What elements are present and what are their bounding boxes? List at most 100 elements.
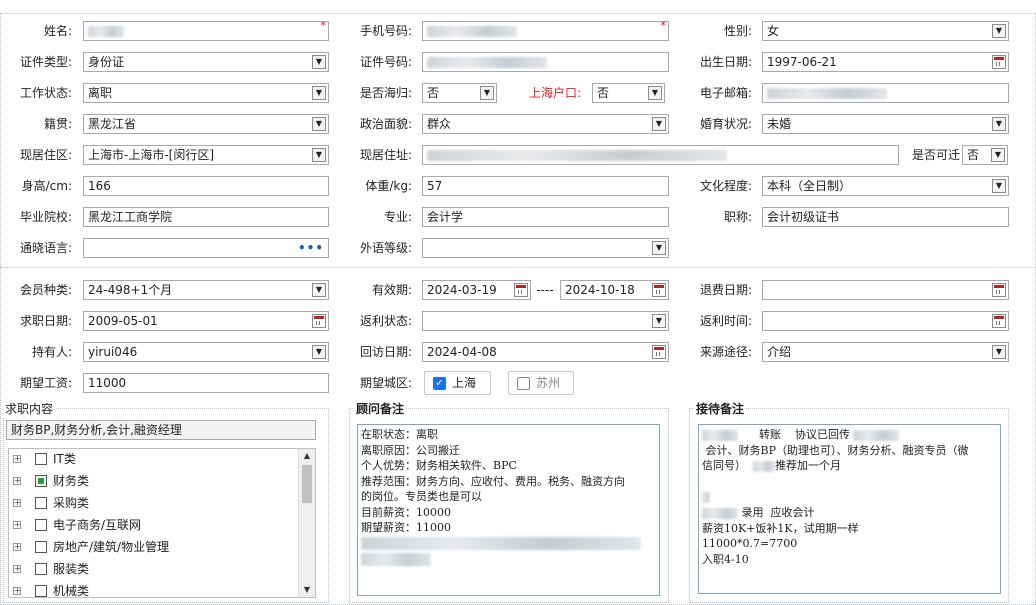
checkbox-checked-icon[interactable]: ✓	[433, 377, 446, 390]
note-line: 录用 应收会计	[702, 505, 997, 521]
native-select[interactable]: 黑龙江省 ▼	[83, 114, 329, 134]
chevron-down-icon[interactable]: ▼	[648, 86, 662, 100]
member-type-select[interactable]: 24-498+1个月 ▼	[83, 280, 329, 300]
calendar-icon[interactable]	[514, 283, 528, 297]
ellipsis-icon[interactable]: •••	[298, 239, 324, 257]
scroll-up-icon[interactable]: ▲	[299, 449, 315, 463]
chevron-down-icon[interactable]: ▼	[992, 24, 1006, 38]
residence-addr-field[interactable]	[422, 145, 899, 165]
reception-notes-textarea[interactable]: 转账 协议已回传 会计、财务BP（助理也可）、财务分析、融资专员（微 信同号） 推…	[698, 424, 1001, 594]
major-field[interactable]: 会计学	[422, 207, 669, 227]
expand-icon[interactable]: +	[13, 587, 21, 595]
chevron-down-icon[interactable]: ▼	[312, 55, 326, 69]
valid-to-field[interactable]: 2024-10-18	[560, 280, 669, 300]
chevron-down-icon[interactable]: ▼	[992, 345, 1006, 359]
weight-field[interactable]: 57	[422, 176, 669, 196]
birth-date-field[interactable]: 1997-06-21	[762, 52, 1009, 72]
id-no-field[interactable]	[422, 52, 669, 72]
email-field[interactable]	[762, 83, 1009, 103]
calendar-icon[interactable]	[992, 283, 1006, 297]
job-date-field[interactable]: 2009-05-01	[83, 311, 329, 331]
city-option-shanghai[interactable]: ✓ 上海	[424, 371, 491, 395]
note-line: 转账 协议已回传	[702, 427, 997, 443]
calendar-icon[interactable]	[312, 314, 326, 328]
education-select[interactable]: 本科（全日制） ▼	[762, 176, 1009, 196]
rebate-status-select[interactable]: ▼	[422, 311, 669, 331]
checkbox-icon[interactable]	[35, 541, 47, 553]
chevron-down-icon[interactable]: ▼	[652, 241, 666, 255]
calendar-icon[interactable]	[652, 345, 666, 359]
expand-icon[interactable]: +	[13, 543, 21, 551]
relocate-select[interactable]: 否 ▼	[962, 145, 1008, 165]
expand-icon[interactable]: +	[13, 521, 21, 529]
weight-value: 57	[427, 179, 443, 193]
marital-select[interactable]: 未婚 ▼	[762, 114, 1009, 134]
rebate-time-field[interactable]	[762, 311, 1009, 331]
chevron-down-icon[interactable]: ▼	[312, 117, 326, 131]
note-line: 的岗位。专员类也是可以	[361, 490, 482, 503]
checkbox-icon[interactable]	[35, 519, 47, 531]
chevron-down-icon[interactable]: ▼	[652, 117, 666, 131]
checkbox-icon[interactable]	[35, 563, 47, 575]
language-field[interactable]: •••	[83, 238, 329, 258]
source-select[interactable]: 介绍 ▼	[762, 342, 1009, 362]
gender-select[interactable]: 女 ▼	[762, 21, 1009, 41]
expand-icon[interactable]: +	[13, 499, 21, 507]
chevron-down-icon[interactable]: ▼	[312, 283, 326, 297]
checkbox-icon[interactable]	[35, 585, 47, 597]
school-field[interactable]: 黑龙江工商学院	[83, 207, 329, 227]
scroll-down-icon[interactable]: ▼	[299, 583, 315, 597]
expand-icon[interactable]: +	[13, 477, 21, 485]
chevron-down-icon[interactable]: ▼	[991, 148, 1005, 162]
salary-label: 期望工资:	[19, 376, 72, 390]
political-select[interactable]: 群众 ▼	[422, 114, 669, 134]
job-category-tree[interactable]: + IT类 + 财务类 + 采购类 + 电子商务/互联网 + 房地产/建筑/物业管理 + 服…	[8, 448, 316, 598]
checkbox-partial-icon[interactable]	[35, 475, 47, 487]
chevron-down-icon[interactable]: ▼	[312, 148, 326, 162]
id-type-select[interactable]: 身份证 ▼	[83, 52, 329, 72]
foreign-level-select[interactable]: ▼	[422, 238, 669, 258]
tree-scrollbar[interactable]: ▲ ▼	[298, 449, 315, 597]
expand-icon[interactable]: +	[13, 565, 21, 573]
chevron-down-icon[interactable]: ▼	[312, 86, 326, 100]
valid-from-field[interactable]: 2024-03-19	[422, 280, 531, 300]
returnee-select[interactable]: 否 ▼	[422, 83, 497, 103]
chevron-down-icon[interactable]: ▼	[480, 86, 494, 100]
note-line: 目前薪资：10000	[361, 505, 451, 519]
checkbox-icon[interactable]	[35, 453, 47, 465]
scroll-thumb[interactable]	[302, 465, 312, 503]
note-text: 转账 协议已回传	[758, 428, 850, 441]
chevron-down-icon[interactable]: ▼	[652, 314, 666, 328]
redacted-text	[702, 507, 738, 519]
name-field[interactable]: *	[83, 21, 329, 41]
work-status-select[interactable]: 离职 ▼	[83, 83, 329, 103]
note-text: 录用 应收会计	[741, 506, 815, 519]
chevron-down-icon[interactable]: ▼	[992, 179, 1006, 193]
residence-area-select[interactable]: 上海市-上海市-[闵行区] ▼	[83, 145, 329, 165]
height-value: 166	[88, 179, 111, 193]
note-line: 11000*0.7=7700	[702, 537, 798, 550]
major-label: 专业:	[383, 210, 412, 224]
checkbox-icon[interactable]	[35, 497, 47, 509]
salary-field[interactable]: 11000	[83, 373, 329, 393]
advisor-notes-textarea[interactable]: 在职状态：离职 离职原因：公司搬迁 个人优势：财务相关软件、BPC 推荐范围：财务方向…	[357, 424, 660, 596]
expand-icon[interactable]: +	[13, 455, 21, 463]
refund-date-field[interactable]	[762, 280, 1009, 300]
redacted-text	[702, 492, 710, 503]
title-field[interactable]: 会计初级证书	[762, 207, 1009, 227]
shanghai-hukou-select[interactable]: 否 ▼	[592, 83, 665, 103]
height-field[interactable]: 166	[83, 176, 329, 196]
visit-date-field[interactable]: 2024-04-08	[422, 342, 669, 362]
redacted-text	[427, 26, 517, 37]
job-summary-field[interactable]: 财务BP,财务分析,会计,融资经理	[6, 420, 316, 440]
required-mark: *	[660, 21, 667, 32]
chevron-down-icon[interactable]: ▼	[312, 345, 326, 359]
city-option-suzhou[interactable]: 苏州	[508, 371, 574, 395]
chevron-down-icon[interactable]: ▼	[992, 117, 1006, 131]
phone-field[interactable]: *	[422, 21, 669, 41]
calendar-icon[interactable]	[652, 283, 666, 297]
calendar-icon[interactable]	[992, 55, 1006, 69]
holder-select[interactable]: yirui046 ▼	[83, 342, 329, 362]
checkbox-icon[interactable]	[517, 377, 530, 390]
calendar-icon[interactable]	[992, 314, 1006, 328]
